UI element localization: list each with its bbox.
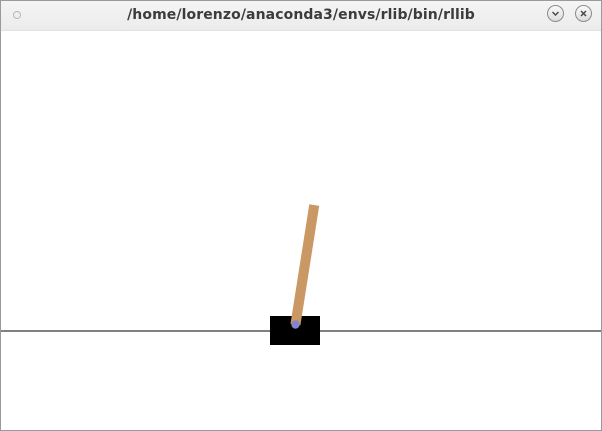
app-window: /home/lorenzo/anaconda3/envs/rlib/bin/rl… (0, 0, 602, 431)
axle (291, 320, 300, 329)
close-icon (580, 10, 587, 17)
cartpole-canvas (1, 31, 601, 430)
chevron-down-icon (552, 11, 559, 16)
minimize-button[interactable] (547, 5, 564, 22)
scene-background (1, 31, 601, 430)
window-title: /home/lorenzo/anaconda3/envs/rlib/bin/rl… (127, 7, 475, 23)
close-button[interactable] (575, 5, 592, 22)
title-bar[interactable]: /home/lorenzo/anaconda3/envs/rlib/bin/rl… (1, 1, 601, 31)
